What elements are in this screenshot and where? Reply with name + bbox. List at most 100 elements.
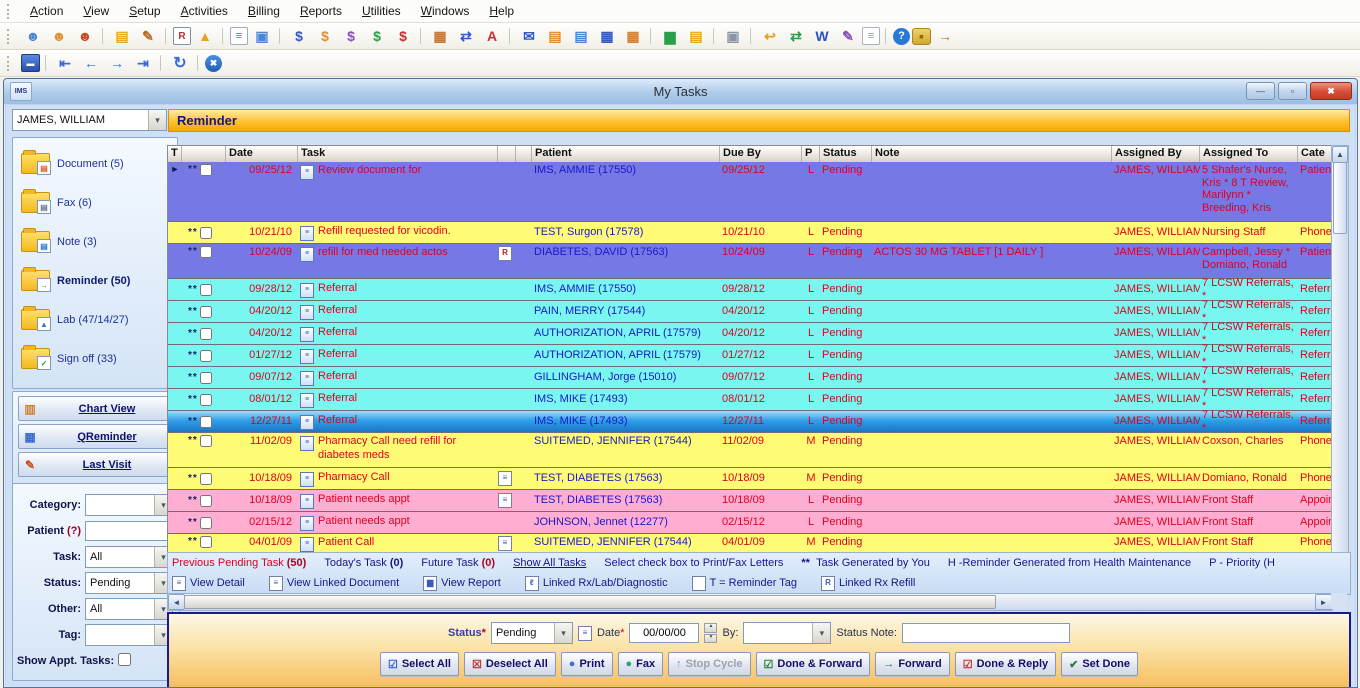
patient-filter-input[interactable] <box>85 521 177 541</box>
table-row[interactable]: ** 04/20/12 Referral PAIN, MERRY (17544)… <box>168 301 1332 323</box>
task-filter-select[interactable]: All▾ <box>85 546 173 568</box>
table-row[interactable]: ** 09/07/12 Referral GILLINGHAM, Jorge (… <box>168 367 1332 389</box>
task-note-icon[interactable] <box>300 537 314 552</box>
column-header[interactable] <box>516 146 532 163</box>
row-checkbox[interactable] <box>200 284 212 296</box>
footer-action-button[interactable]: ☑ Done & Forward <box>756 652 871 676</box>
minimize-button[interactable]: — <box>1246 82 1275 100</box>
workflow-arrows-icon[interactable]: ⇄ <box>454 26 478 46</box>
column-header[interactable]: Assigned To <box>1200 146 1298 163</box>
scrollbar-thumb[interactable] <box>1333 162 1347 234</box>
save-icon[interactable]: ▬ <box>21 54 40 72</box>
next-record-icon[interactable]: → <box>105 53 129 73</box>
row-checkbox[interactable] <box>200 306 212 318</box>
task-note-icon[interactable] <box>300 247 314 262</box>
column-header[interactable] <box>498 146 516 163</box>
fax-machine-icon[interactable]: ▤ <box>543 26 567 46</box>
table-row[interactable]: ** 09/28/12 Referral IMS, AMMIE (17550) … <box>168 279 1332 301</box>
column-header[interactable]: Note <box>872 146 1112 163</box>
void-charge-icon[interactable]: $ <box>391 26 415 46</box>
separator[interactable] <box>165 28 168 44</box>
sidebar-folder-item[interactable]: ▤ Note (3) <box>21 222 177 261</box>
menu-item[interactable]: Utilities <box>352 2 411 20</box>
task-note-icon[interactable] <box>300 327 314 342</box>
column-header[interactable]: T <box>168 146 182 163</box>
footer-action-button[interactable]: ● Fax <box>618 652 664 676</box>
separator[interactable] <box>650 28 653 44</box>
table-row[interactable]: ** 02/15/12 Patient needs appt JOHNSON, … <box>168 512 1332 534</box>
sidebar-folder-item[interactable]: ✓ Sign off (33) <box>21 339 177 378</box>
doc-page-icon[interactable]: ≡ <box>230 27 248 45</box>
sidebar-button[interactable]: ✎ Last Visit <box>18 452 174 477</box>
separator[interactable] <box>160 55 163 71</box>
refresh-icon[interactable]: ↻ <box>168 53 192 73</box>
separator[interactable] <box>509 28 512 44</box>
linked-item-icon[interactable] <box>498 493 516 508</box>
close-window-icon[interactable]: ✖ <box>205 55 222 72</box>
task-note-icon[interactable] <box>300 472 314 487</box>
task-note-icon[interactable] <box>300 165 314 180</box>
task-note-icon[interactable] <box>300 393 314 408</box>
row-checkbox[interactable] <box>200 536 212 548</box>
column-header[interactable] <box>182 146 226 163</box>
calendar-clock-icon[interactable]: ▦ <box>595 26 619 46</box>
exchange-icon[interactable]: ⇄ <box>784 26 808 46</box>
toolbar-grip[interactable] <box>7 56 13 71</box>
word-export-icon[interactable]: W <box>810 26 834 46</box>
table-row[interactable]: ** 11/02/09 Pharmacy Call need refill fo… <box>168 433 1332 468</box>
show-appt-tasks-checkbox[interactable] <box>118 653 131 666</box>
footer-action-button[interactable]: ☒ Deselect All <box>464 652 556 676</box>
row-checkbox[interactable] <box>200 246 212 258</box>
column-header[interactable]: Due By <box>720 146 802 163</box>
row-checkbox[interactable] <box>200 372 212 384</box>
row-checkbox[interactable] <box>200 164 212 176</box>
scanner-icon[interactable]: ▤ <box>569 26 593 46</box>
separator[interactable] <box>45 55 48 71</box>
footer-action-button[interactable]: ☑ Done & Reply <box>955 652 1056 676</box>
help-icon[interactable]: ? <box>893 28 910 45</box>
task-note-icon[interactable] <box>300 226 314 241</box>
separator[interactable] <box>750 28 753 44</box>
row-checkbox[interactable] <box>200 435 212 447</box>
table-row[interactable]: ► ** 09/25/12 Review document for IMS, A… <box>168 162 1332 222</box>
linked-item-icon[interactable] <box>498 536 516 551</box>
spinner-down-icon[interactable]: ▼ <box>704 634 717 644</box>
table-row[interactable]: ** 01/27/12 Referral AUTHORIZATION, APRI… <box>168 345 1332 367</box>
column-header[interactable]: P <box>802 146 820 163</box>
menu-item[interactable]: Reports <box>290 2 352 20</box>
spellcheck-icon[interactable]: A <box>480 26 504 46</box>
column-header[interactable]: Date <box>226 146 298 163</box>
charges-icon[interactable]: $ <box>287 26 311 46</box>
table-row[interactable]: ** 10/24/09 refill for med needed actos … <box>168 244 1332 279</box>
row-checkbox[interactable] <box>200 328 212 340</box>
legend-action[interactable]: ℓ Linked Rx/Lab/Diagnostic <box>525 576 668 591</box>
task-note-icon[interactable] <box>300 283 314 298</box>
table-row[interactable]: ** 10/18/09 Patient needs appt TEST, DIA… <box>168 490 1332 512</box>
linked-item-icon[interactable] <box>498 246 516 261</box>
separator[interactable] <box>222 28 225 44</box>
patient-icon[interactable]: ☻ <box>21 26 45 46</box>
menu-item[interactable]: Help <box>479 2 524 20</box>
scroll-up-icon[interactable]: ▲ <box>1332 146 1348 163</box>
menu-item[interactable]: Action <box>20 2 73 20</box>
separator[interactable] <box>885 28 888 44</box>
chevron-down-icon[interactable]: ▾ <box>148 110 166 130</box>
calendar-icon[interactable]: ▦ <box>428 26 452 46</box>
chevron-down-icon[interactable]: ▾ <box>812 623 830 643</box>
patient-check-red-icon[interactable]: ☻ <box>73 26 97 46</box>
open-chart-folder-icon[interactable]: ▤ <box>110 26 134 46</box>
separator[interactable] <box>102 28 105 44</box>
row-checkbox[interactable] <box>200 227 212 239</box>
sidebar-folder-item[interactable]: → Reminder (50) <box>21 261 177 300</box>
sidebar-folder-item[interactable]: ▤ Document (5) <box>21 144 177 183</box>
task-note-icon[interactable] <box>300 349 314 364</box>
table-row[interactable]: ** 10/21/10 Refill requested for vicodin… <box>168 222 1332 244</box>
patient-check-orange-icon[interactable]: ☻ <box>47 26 71 46</box>
patient-balance-icon[interactable]: $ <box>339 26 363 46</box>
task-note-icon[interactable] <box>300 305 314 320</box>
row-checkbox[interactable] <box>200 495 212 507</box>
footer-action-button[interactable]: ✔ Set Done <box>1061 652 1138 676</box>
menu-item[interactable]: Billing <box>238 2 290 20</box>
list-page-icon[interactable]: ≡ <box>862 27 880 45</box>
lab-flask-icon[interactable]: ▲ <box>193 26 217 46</box>
